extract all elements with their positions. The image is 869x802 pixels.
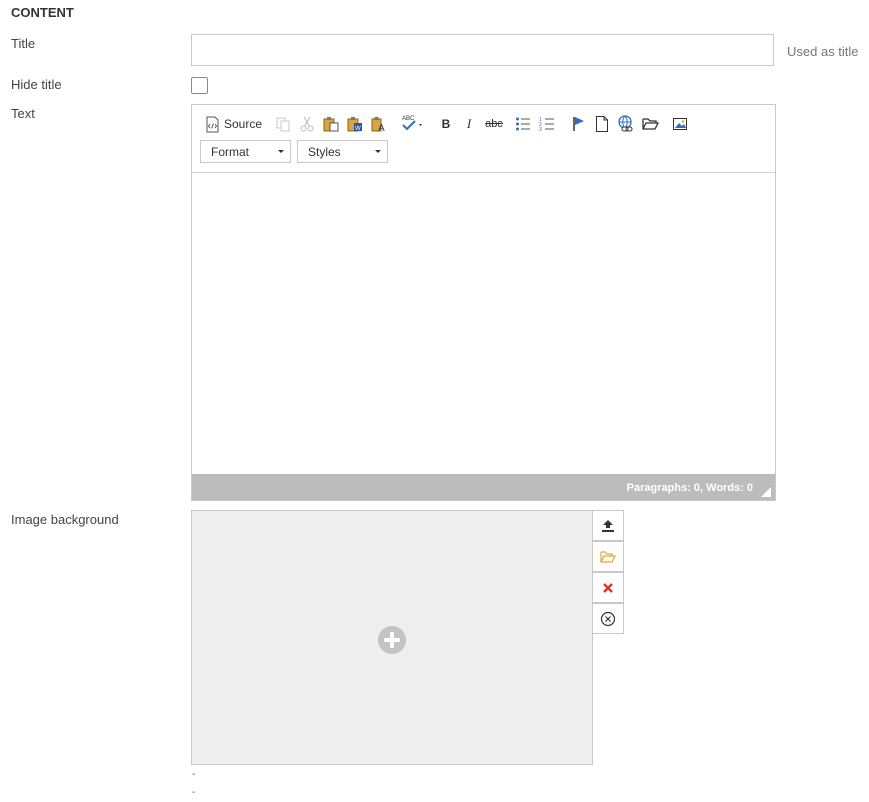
image-button[interactable]: [671, 114, 689, 134]
anchor-button[interactable]: [571, 114, 587, 134]
close-circle-icon: [600, 611, 616, 626]
copy-button[interactable]: [274, 114, 292, 134]
svg-text:A: A: [378, 123, 385, 132]
text-label: Text: [11, 106, 35, 121]
bulleted-list-icon: [516, 117, 530, 131]
scissors-icon: [300, 116, 314, 132]
editor-content-area[interactable]: [192, 173, 775, 473]
cut-button[interactable]: [298, 114, 316, 134]
styles-dropdown[interactable]: Styles: [297, 140, 388, 163]
link-button[interactable]: [616, 114, 636, 134]
svg-text:W: W: [355, 126, 361, 132]
spellcheck-button[interactable]: ABC: [401, 113, 425, 133]
page-button[interactable]: [594, 114, 610, 134]
link-icon: [618, 115, 633, 132]
upload-icon: [602, 519, 614, 532]
bulleted-list-button[interactable]: [514, 114, 532, 134]
folder-open-icon: [600, 550, 616, 563]
copy-icon: [276, 117, 290, 132]
title-input[interactable]: [191, 34, 774, 66]
paste-text-icon: A: [371, 117, 385, 132]
delete-x-icon: [603, 582, 613, 593]
paste-word-icon: W: [347, 117, 362, 132]
image-background-label: Image background: [11, 512, 119, 527]
spellcheck-icon: ABC: [402, 116, 422, 131]
styles-dropdown-label: Styles: [308, 144, 341, 159]
image-dropzone[interactable]: [191, 510, 593, 765]
title-hint: Used as title: [787, 44, 859, 59]
browse-button[interactable]: [641, 114, 661, 134]
rich-text-editor: Source W A ABC B I abc 1 2 3 Format Styl…: [191, 104, 776, 501]
svg-text:ABC: ABC: [402, 116, 415, 122]
chevron-down-icon: [278, 150, 284, 153]
word-count: Paragraphs: 0, Words: 0: [626, 482, 753, 494]
numbered-list-button[interactable]: 1 2 3: [538, 114, 556, 134]
source-button[interactable]: Source: [204, 114, 262, 134]
bold-button[interactable]: B: [438, 114, 454, 134]
paste-text-button[interactable]: A: [370, 114, 388, 134]
clear-image-button[interactable]: [592, 603, 624, 634]
paste-icon: [323, 117, 339, 132]
folder-open-icon: [642, 118, 660, 130]
image-info-line: -: [192, 769, 196, 780]
delete-image-button[interactable]: [592, 572, 624, 603]
add-image-icon[interactable]: [378, 626, 406, 654]
image-icon: [673, 118, 687, 130]
paste-word-button[interactable]: W: [346, 114, 364, 134]
svg-text:3: 3: [539, 127, 542, 132]
flag-icon: [573, 117, 584, 131]
chevron-down-icon: [375, 150, 381, 153]
browse-image-button[interactable]: [592, 541, 624, 572]
hide-title-label: Hide title: [11, 77, 62, 92]
source-icon: [206, 116, 219, 132]
strikethrough-button[interactable]: abc: [484, 114, 504, 134]
title-label: Title: [11, 36, 36, 51]
format-dropdown[interactable]: Format: [200, 140, 291, 163]
section-title: CONTENT: [11, 5, 74, 20]
editor-toolbar: Source W A ABC B I abc 1 2 3 Format Styl…: [192, 105, 775, 173]
editor-status-bar: Paragraphs: 0, Words: 0: [192, 474, 775, 500]
hide-title-checkbox[interactable]: [191, 77, 208, 94]
numbered-list-icon: 1 2 3: [539, 117, 554, 132]
source-label: Source: [224, 117, 263, 131]
image-info-line: -: [192, 787, 196, 798]
upload-image-button[interactable]: [592, 510, 624, 541]
italic-button[interactable]: I: [462, 114, 476, 134]
paste-button[interactable]: [322, 114, 340, 134]
resize-handle[interactable]: [761, 487, 771, 497]
document-icon: [596, 116, 608, 132]
format-dropdown-label: Format: [211, 144, 250, 159]
